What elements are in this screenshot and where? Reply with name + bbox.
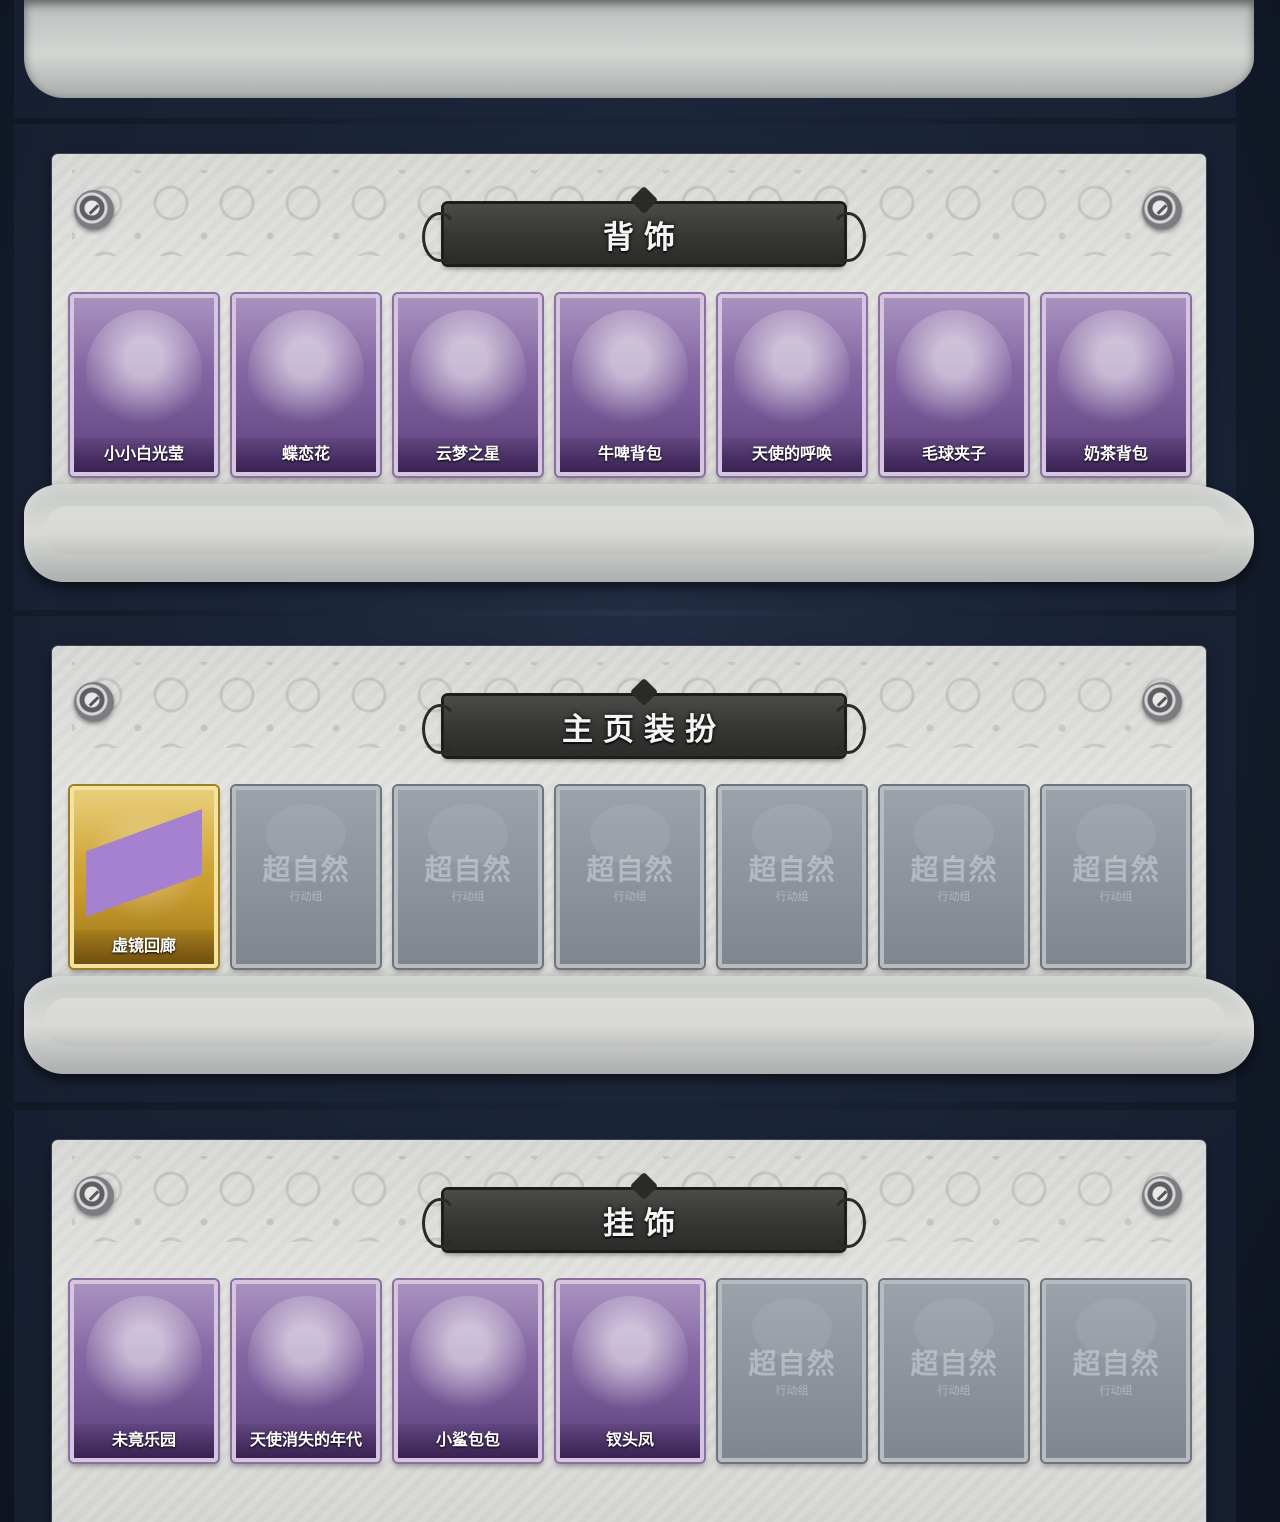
placeholder-logo: 超自然 [748,1348,836,1379]
item-card[interactable]: 云梦之星 [394,294,542,476]
placeholder-subtext: 行动组 [451,891,485,903]
ornament-icon [86,802,202,924]
empty-slot: 超自然 行动组 [880,1280,1028,1462]
empty-slot: 超自然 行动组 [880,786,1028,968]
item-label: 奶茶背包 [1046,438,1186,472]
item-label: 天使消失的年代 [236,1424,376,1458]
placeholder-subtext: 行动组 [1099,891,1133,903]
ornament-icon [86,1296,202,1418]
ornament-icon [248,1296,364,1418]
ornament-icon [572,310,688,432]
section-pendants: 挂饰 未竟乐园 天使消失的年代 小鲨包包 钗头凤 超自然行动组 超自然行动组 超… [14,1110,1254,1522]
section-title-plate: 主页装扮 [422,677,866,756]
placeholder-logo: 超自然 [748,854,836,885]
pin-icon [1142,682,1182,722]
item-card[interactable]: 天使的呼唤 [718,294,866,476]
placeholder-subtext: 行动组 [289,891,323,903]
card-row: 虚镜回廊 超自然 行动组 超自然 行动组 超自然 行动组 超自然 行动组 超自然 行动组 … [70,786,1190,968]
placeholder-subtext: 行动组 [1099,1385,1133,1397]
item-card[interactable]: 虚镜回廊 [70,786,218,968]
ornament-icon [896,310,1012,432]
section-title: 挂饰 [603,1205,685,1241]
previous-section-scroll [14,0,1254,118]
pin-icon [74,190,114,230]
placeholder-subtext: 行动组 [775,1385,809,1397]
placeholder-logo: 超自然 [910,854,998,885]
item-label: 未竟乐园 [74,1424,214,1458]
empty-slot: 超自然 行动组 [556,786,704,968]
empty-slot: 超自然 行动组 [232,786,380,968]
ornament-icon [734,310,850,432]
scroll-curl [24,0,1254,98]
card-row: 未竟乐园 天使消失的年代 小鲨包包 钗头凤 超自然行动组 超自然行动组 超自然行… [70,1280,1190,1462]
item-card[interactable]: 牛啤背包 [556,294,704,476]
item-label: 小小白光莹 [74,438,214,472]
item-label: 蝶恋花 [236,438,376,472]
ornament-icon [572,1296,688,1418]
item-label: 毛球夹子 [884,438,1024,472]
ornament-icon [248,310,364,432]
placeholder-logo: 超自然 [1072,1348,1160,1379]
ornament-icon [410,1296,526,1418]
ornament-icon [410,310,526,432]
placeholder-subtext: 行动组 [937,1385,971,1397]
pin-icon [1142,1176,1182,1216]
item-label: 牛啤背包 [560,438,700,472]
section-home-decorations: 主页装扮 虚镜回廊 超自然行动组 超自然行动组 超自然行动组 超自然行动组 超自… [14,616,1254,1102]
scroll-curl [24,976,1254,1074]
pin-icon [74,682,114,722]
pin-icon [74,1176,114,1216]
empty-slot: 超自然 行动组 [394,786,542,968]
item-card[interactable]: 蝶恋花 [232,294,380,476]
placeholder-logo: 超自然 [1072,854,1160,885]
item-card[interactable]: 小小白光莹 [70,294,218,476]
item-label: 小鲨包包 [398,1424,538,1458]
card-row: 小小白光莹 蝶恋花 云梦之星 牛啤背包 天使的呼唤 毛球夹子 奶茶背包 [70,294,1190,476]
item-label: 云梦之星 [398,438,538,472]
item-label: 天使的呼唤 [722,438,862,472]
pin-icon [1142,190,1182,230]
placeholder-logo: 超自然 [262,854,350,885]
section-title-plate: 挂饰 [422,1171,866,1250]
item-card[interactable]: 奶茶背包 [1042,294,1190,476]
empty-slot: 超自然 行动组 [718,1280,866,1462]
item-card[interactable]: 钗头凤 [556,1280,704,1462]
scroll-curl [24,484,1254,582]
placeholder-subtext: 行动组 [613,891,647,903]
section-title: 主页装扮 [562,711,726,747]
item-card[interactable]: 小鲨包包 [394,1280,542,1462]
section-title: 背饰 [603,219,685,255]
item-card[interactable]: 毛球夹子 [880,294,1028,476]
empty-slot: 超自然 行动组 [718,786,866,968]
placeholder-logo: 超自然 [424,854,512,885]
placeholder-logo: 超自然 [910,1348,998,1379]
ornament-icon [1058,310,1174,432]
placeholder-logo: 超自然 [586,854,674,885]
empty-slot: 超自然 行动组 [1042,1280,1190,1462]
ornament-icon [86,310,202,432]
placeholder-subtext: 行动组 [937,891,971,903]
item-card[interactable]: 天使消失的年代 [232,1280,380,1462]
section-back-ornaments: 背饰 小小白光莹 蝶恋花 云梦之星 牛啤背包 天使的呼唤 毛球夹子 奶茶背包 [14,124,1254,610]
item-label: 钗头凤 [560,1424,700,1458]
empty-slot: 超自然 行动组 [1042,786,1190,968]
placeholder-subtext: 行动组 [775,891,809,903]
page: 背饰 小小白光莹 蝶恋花 云梦之星 牛啤背包 天使的呼唤 毛球夹子 奶茶背包 主… [0,0,1280,1522]
section-title-plate: 背饰 [422,185,866,264]
item-card[interactable]: 未竟乐园 [70,1280,218,1462]
item-label: 虚镜回廊 [74,930,214,964]
